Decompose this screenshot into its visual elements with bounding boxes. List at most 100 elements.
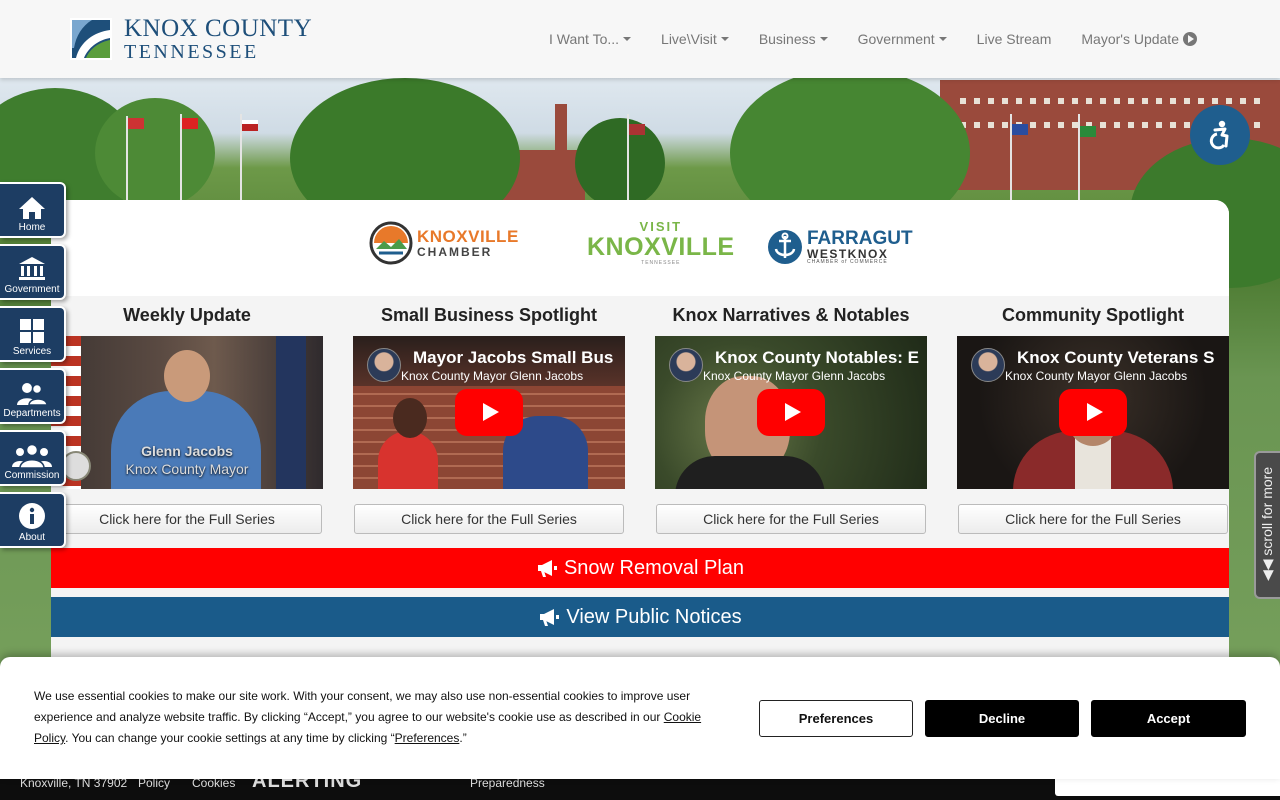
sidebar-item-label: About (18, 532, 46, 543)
chamber-line-1: KNOXVILLE (417, 227, 519, 246)
sidebar-item-label: Commission (4, 470, 60, 481)
caret-down-icon (720, 37, 729, 41)
chamber-line-2: CHAMBER (417, 245, 493, 259)
nav-live-stream-label: Live Stream (976, 31, 1052, 47)
tree (95, 98, 215, 208)
cookie-preferences-link[interactable]: Preferences (395, 731, 460, 745)
column-title: Weekly Update (123, 305, 251, 325)
youtube-play-icon[interactable] (455, 389, 523, 436)
sidebar-item-about[interactable]: About (0, 492, 66, 548)
sidebar-item-government[interactable]: Government (0, 244, 66, 300)
youtube-play-icon[interactable] (757, 389, 825, 436)
nav-live-visit[interactable]: Live\Visit (661, 31, 729, 47)
sidebar-item-home[interactable]: Home (0, 182, 66, 238)
full-series-button[interactable]: Click here for the Full Series (52, 504, 322, 534)
video-channel: Knox County Mayor Glenn Jacobs (401, 369, 584, 383)
sidebar-item-commission[interactable]: Commission (0, 430, 66, 486)
home-icon (19, 197, 45, 219)
nav-government-label: Government (857, 31, 935, 47)
full-series-button[interactable]: Click here for the Full Series (656, 504, 926, 534)
narratives-video-thumbnail[interactable]: Knox County Notables: E Knox County Mayor… (655, 336, 927, 489)
visit-line-2: KNOXVILLE (587, 233, 735, 261)
cookie-preferences-button[interactable]: Preferences (759, 700, 913, 737)
knoxville-chamber-logo[interactable]: KNOXVILLE CHAMBER (369, 221, 519, 265)
sidebar-item-label: Services (12, 346, 52, 357)
tree (575, 118, 665, 208)
video-overlay-role: Knox County Mayor (125, 461, 249, 477)
flag (629, 124, 645, 135)
column-title: Knox Narratives & Notables (672, 305, 910, 325)
scroll-hint-label: scroll for more (1259, 466, 1275, 556)
play-circle-icon (1182, 32, 1197, 46)
farragut-line-1: FARRAGUT (807, 228, 913, 249)
caret-down-icon (938, 37, 947, 41)
accessibility-icon (1209, 120, 1229, 150)
group-icon (12, 444, 52, 468)
building-windows (960, 98, 1260, 104)
cookie-text-intro: We use essential cookies to make our sit… (34, 689, 691, 724)
flag (242, 120, 258, 131)
speaker-head (164, 350, 210, 402)
grid-icon (20, 319, 44, 343)
visit-line-3: TENNESSEE (641, 260, 681, 266)
knoxville-chamber-emblem (369, 221, 413, 265)
column-title: Small Business Spotlight (380, 305, 598, 325)
farragut-line-3: CHAMBER of COMMERCE (807, 259, 888, 265)
small-business-video-thumbnail[interactable]: Mayor Jacobs Small Bus Knox County Mayor … (353, 336, 625, 489)
cookie-accept-button[interactable]: Accept (1091, 700, 1246, 737)
nav-live-stream[interactable]: Live Stream (977, 31, 1052, 47)
full-series-button[interactable]: Click here for the Full Series (354, 504, 624, 534)
video-title: Knox County Veterans S (1017, 348, 1215, 367)
video-channel: Knox County Mayor Glenn Jacobs (1005, 369, 1188, 383)
nav-business[interactable]: Business (759, 31, 828, 47)
scroll-for-more-tab[interactable]: ◀◀ scroll for more (1254, 451, 1280, 599)
nav-government[interactable]: Government (858, 31, 947, 47)
person-red-shirt (378, 431, 438, 489)
nav-i-want-to-label: I Want To... (549, 31, 620, 47)
small-business-spotlight-column: Small Business Spotlight Mayor Jacobs Sm… (353, 296, 625, 534)
caret-down-icon (623, 37, 632, 41)
community-spotlight-column: Community Spotlight Knox County Veterans… (957, 296, 1229, 534)
cookie-consent-banner: We use essential cookies to make our sit… (0, 657, 1280, 779)
video-overlay-name: Glenn Jacobs (141, 443, 233, 459)
flag (1012, 124, 1028, 135)
people-icon (17, 383, 48, 406)
banner-label: Snow Removal Plan (563, 556, 745, 579)
channel-avatar (669, 348, 703, 382)
sidebar-item-label: Home (18, 222, 46, 233)
channel-avatar (971, 348, 1005, 382)
main-content-panel: KNOXVILLE CHAMBER VISIT KNOXVILLE TENNES… (51, 200, 1229, 658)
caret-down-icon (819, 37, 828, 41)
youtube-play-icon[interactable] (1059, 389, 1127, 436)
cookie-consent-text: We use essential cookies to make our sit… (34, 686, 714, 749)
knox-county-logo-mark (70, 18, 112, 60)
flag (1080, 126, 1096, 137)
community-video-thumbnail[interactable]: Knox County Veterans S Knox County Mayor … (957, 336, 1229, 489)
sidebar-item-departments[interactable]: Departments (0, 368, 66, 424)
accessibility-button[interactable] (1190, 105, 1250, 165)
nav-mayors-update[interactable]: Mayor's Update (1081, 31, 1197, 47)
full-series-button[interactable]: Click here for the Full Series (958, 504, 1228, 534)
sidebar-item-services[interactable]: Services (0, 306, 66, 362)
nav-live-visit-label: Live\Visit (661, 31, 717, 47)
info-icon (19, 503, 45, 529)
sidebar-item-label: Government (4, 284, 60, 295)
banner-label: View Public Notices (566, 605, 742, 628)
flag (182, 118, 198, 129)
weekly-update-video-thumbnail[interactable]: Glenn Jacobs Knox County Mayor (51, 336, 323, 489)
logo-line-1: KNOX COUNTY (124, 15, 313, 42)
knox-county-logo[interactable]: KNOX COUNTY TENNESSEE (70, 16, 312, 62)
nav-business-label: Business (758, 31, 816, 47)
cookie-decline-button[interactable]: Decline (925, 700, 1079, 737)
visit-knoxville-logo[interactable]: VISIT KNOXVILLE TENNESSEE (587, 220, 735, 267)
megaphone-icon (537, 560, 557, 577)
nav-i-want-to[interactable]: I Want To... (549, 31, 632, 47)
knox-narratives-column: Knox Narratives & Notables Knox County N… (655, 296, 927, 534)
view-public-notices-banner[interactable]: View Public Notices (51, 597, 1229, 637)
sidebar-item-label: Departments (3, 408, 61, 419)
partner-logos: KNOXVILLE CHAMBER VISIT KNOXVILLE TENNES… (51, 200, 1229, 296)
farragut-westknox-logo[interactable]: FARRAGUT WESTKNOX CHAMBER of COMMERCE (767, 229, 913, 265)
main-nav: I Want To... Live\Visit Business Governm… (549, 31, 1197, 47)
video-header: Knox County Notables: E Knox County Mayor… (669, 348, 919, 383)
snow-removal-plan-banner[interactable]: Snow Removal Plan (51, 548, 1229, 588)
